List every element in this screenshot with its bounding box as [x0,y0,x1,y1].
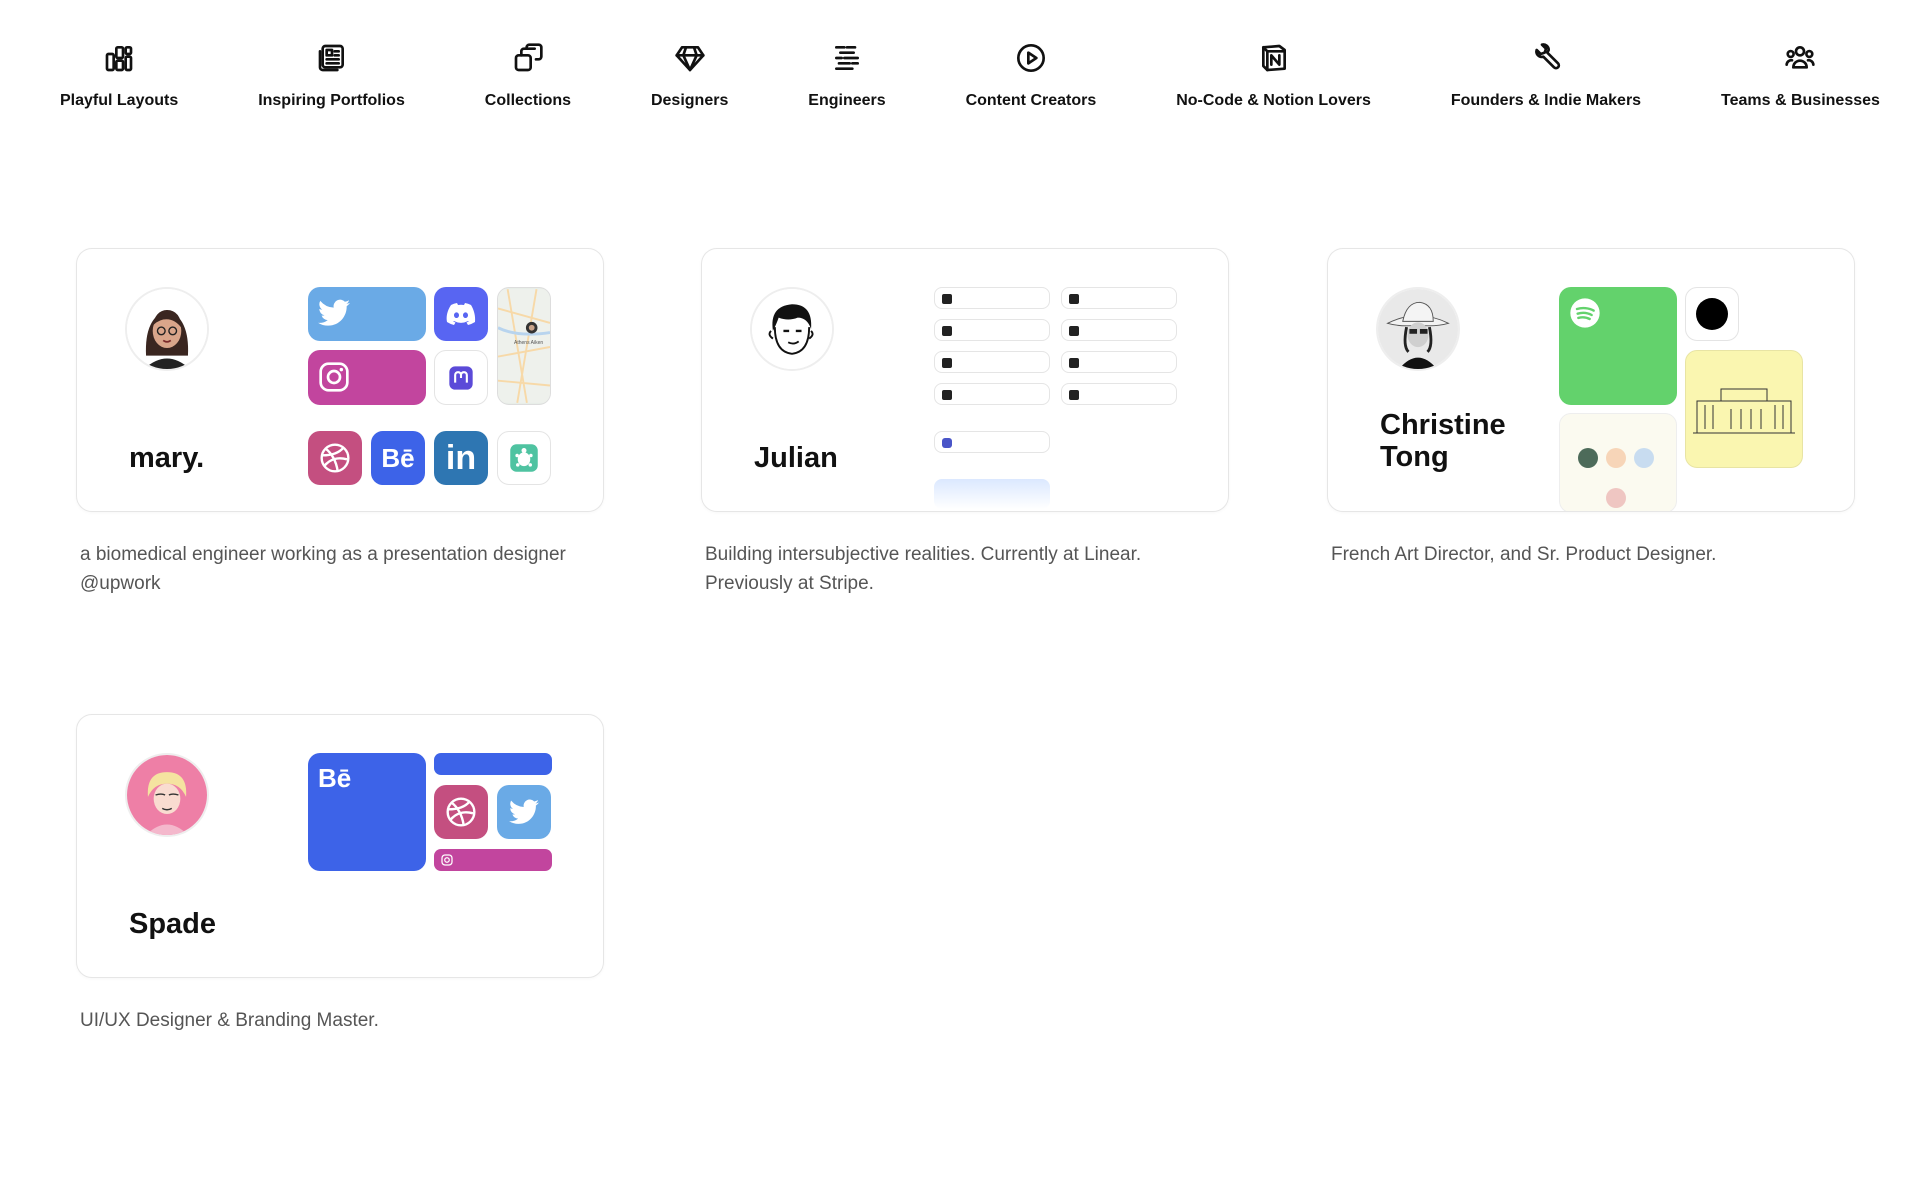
category-teams-businesses[interactable]: Teams & Businesses [1721,40,1880,120]
linkedin-label: in [445,438,477,477]
map-tile[interactable]: Athens Aiken [497,287,551,405]
profile-preview[interactable]: mary. Athens Aiken Bē in [76,248,604,512]
instagram-icon [319,362,349,392]
play-circle-icon [1013,40,1049,76]
portfolio-icon [314,40,350,76]
profile-name: mary. [129,442,205,474]
category-label: Playful Layouts [60,92,179,109]
spotify-tile[interactable] [1559,287,1677,405]
link-row[interactable] [1061,351,1177,373]
dribbble-icon [446,797,476,827]
map-label: Athens Aiken [514,340,544,346]
category-collections[interactable]: Collections [485,40,571,120]
layout-blocks-icon [101,40,137,76]
behance-label: Bē [381,442,415,473]
instagram-icon [441,854,453,866]
category-playful-layouts[interactable]: Playful Layouts [60,40,178,120]
profile-preview[interactable]: Spade Bē [76,714,604,978]
avatar [1376,287,1460,371]
category-label: Engineers [808,92,886,109]
dark-dot-tile[interactable] [1685,287,1739,341]
profile-name: Christine Tong [1380,409,1506,473]
instagram-bar-tile[interactable] [434,849,552,871]
category-label: Teams & Businesses [1721,92,1880,109]
swatch [1606,488,1626,508]
category-engineers[interactable]: Engineers [808,40,886,120]
link-row[interactable] [934,383,1050,405]
profile-description: French Art Director, and Sr. Product Des… [1331,544,1717,565]
avatar [750,287,834,371]
category-inspiring-portfolios[interactable]: Inspiring Portfolios [258,40,405,120]
swatch [1634,448,1654,468]
instagram-tile[interactable] [308,350,426,405]
twitter-icon [509,799,539,824]
profile-preview[interactable]: Julian [701,248,1229,512]
profile-description: UI/UX Designer & Branding Master. [80,1010,379,1031]
turtle-icon [510,444,538,472]
tools-icon [1528,40,1564,76]
behance-bar-tile[interactable] [434,753,552,775]
dribbble-tile[interactable] [308,431,362,485]
profile-card-julian[interactable]: Julian Building intersubjective realitie… [701,248,1229,598]
category-no-code-notion[interactable]: No-Code & Notion Lovers [1176,40,1371,120]
category-label: No-Code & Notion Lovers [1176,92,1371,109]
profile-name-line1: Christine [1380,409,1506,441]
link-row[interactable] [1061,383,1177,405]
palette-tile[interactable] [1559,413,1677,511]
circle-icon [1696,298,1728,330]
link-row[interactable] [1061,319,1177,341]
building-sketch-icon [1693,388,1795,434]
link-row[interactable] [934,351,1050,373]
profile-name-line2: Tong [1380,441,1449,473]
collections-icon [510,40,546,76]
category-founders-indie[interactable]: Founders & Indie Makers [1451,40,1641,120]
link-row[interactable] [934,287,1050,309]
profile-name: Spade [129,908,217,940]
category-label: Designers [650,92,729,109]
profile-preview[interactable]: Christine Tong [1327,248,1855,512]
link-row[interactable] [934,319,1050,341]
faded-row [934,479,1050,509]
twitter-tile[interactable] [497,785,551,839]
behance-tile[interactable]: Bē [308,753,426,871]
profile-card-spade[interactable]: Spade Bē UI/UX Designer & Branding Maste… [76,714,604,1035]
diamond-icon [672,40,708,76]
category-label: Inspiring Portfolios [258,92,405,109]
swatch [1606,448,1626,468]
behance-tile[interactable]: Bē [371,431,425,485]
image-tile[interactable] [1685,350,1803,468]
mastodon-tile[interactable] [434,350,488,405]
profile-description: Building intersubjective realities. Curr… [705,544,1142,594]
mastodon-icon [449,365,473,390]
profile-description: a biomedical engineer working as a prese… [80,544,566,594]
profile-card-christine-tong[interactable]: Christine Tong French Art Director, and … [1327,248,1855,569]
dribbble-tile[interactable] [434,785,488,839]
category-label: Content Creators [965,92,1097,109]
behance-label: Bē [318,763,352,793]
twitter-icon [318,299,350,326]
category-label: Founders & Indie Makers [1450,92,1642,109]
category-designers[interactable]: Designers [651,40,728,120]
swatch [1578,448,1598,468]
category-label: Collections [484,92,572,109]
discord-tile[interactable] [434,287,488,341]
twitter-tile[interactable] [308,287,426,341]
profile-name: Julian [754,442,838,474]
link-row[interactable] [1061,287,1177,309]
app-tile[interactable] [497,431,551,485]
discord-icon [446,303,476,325]
avatar [125,287,209,371]
category-content-creators[interactable]: Content Creators [965,40,1097,120]
team-icon [1782,40,1818,76]
profile-card-mary[interactable]: mary. Athens Aiken Bē in a biomedical en… [76,248,604,598]
avatar [125,753,209,837]
linkedin-tile[interactable]: in [434,431,488,485]
spotify-icon [1570,298,1600,328]
dribbble-icon [320,443,350,473]
link-row[interactable] [934,431,1050,453]
category-nav: Playful Layouts Inspiring Portfolios Col… [60,40,1880,120]
code-lines-icon [829,40,865,76]
notion-icon [1256,40,1292,76]
